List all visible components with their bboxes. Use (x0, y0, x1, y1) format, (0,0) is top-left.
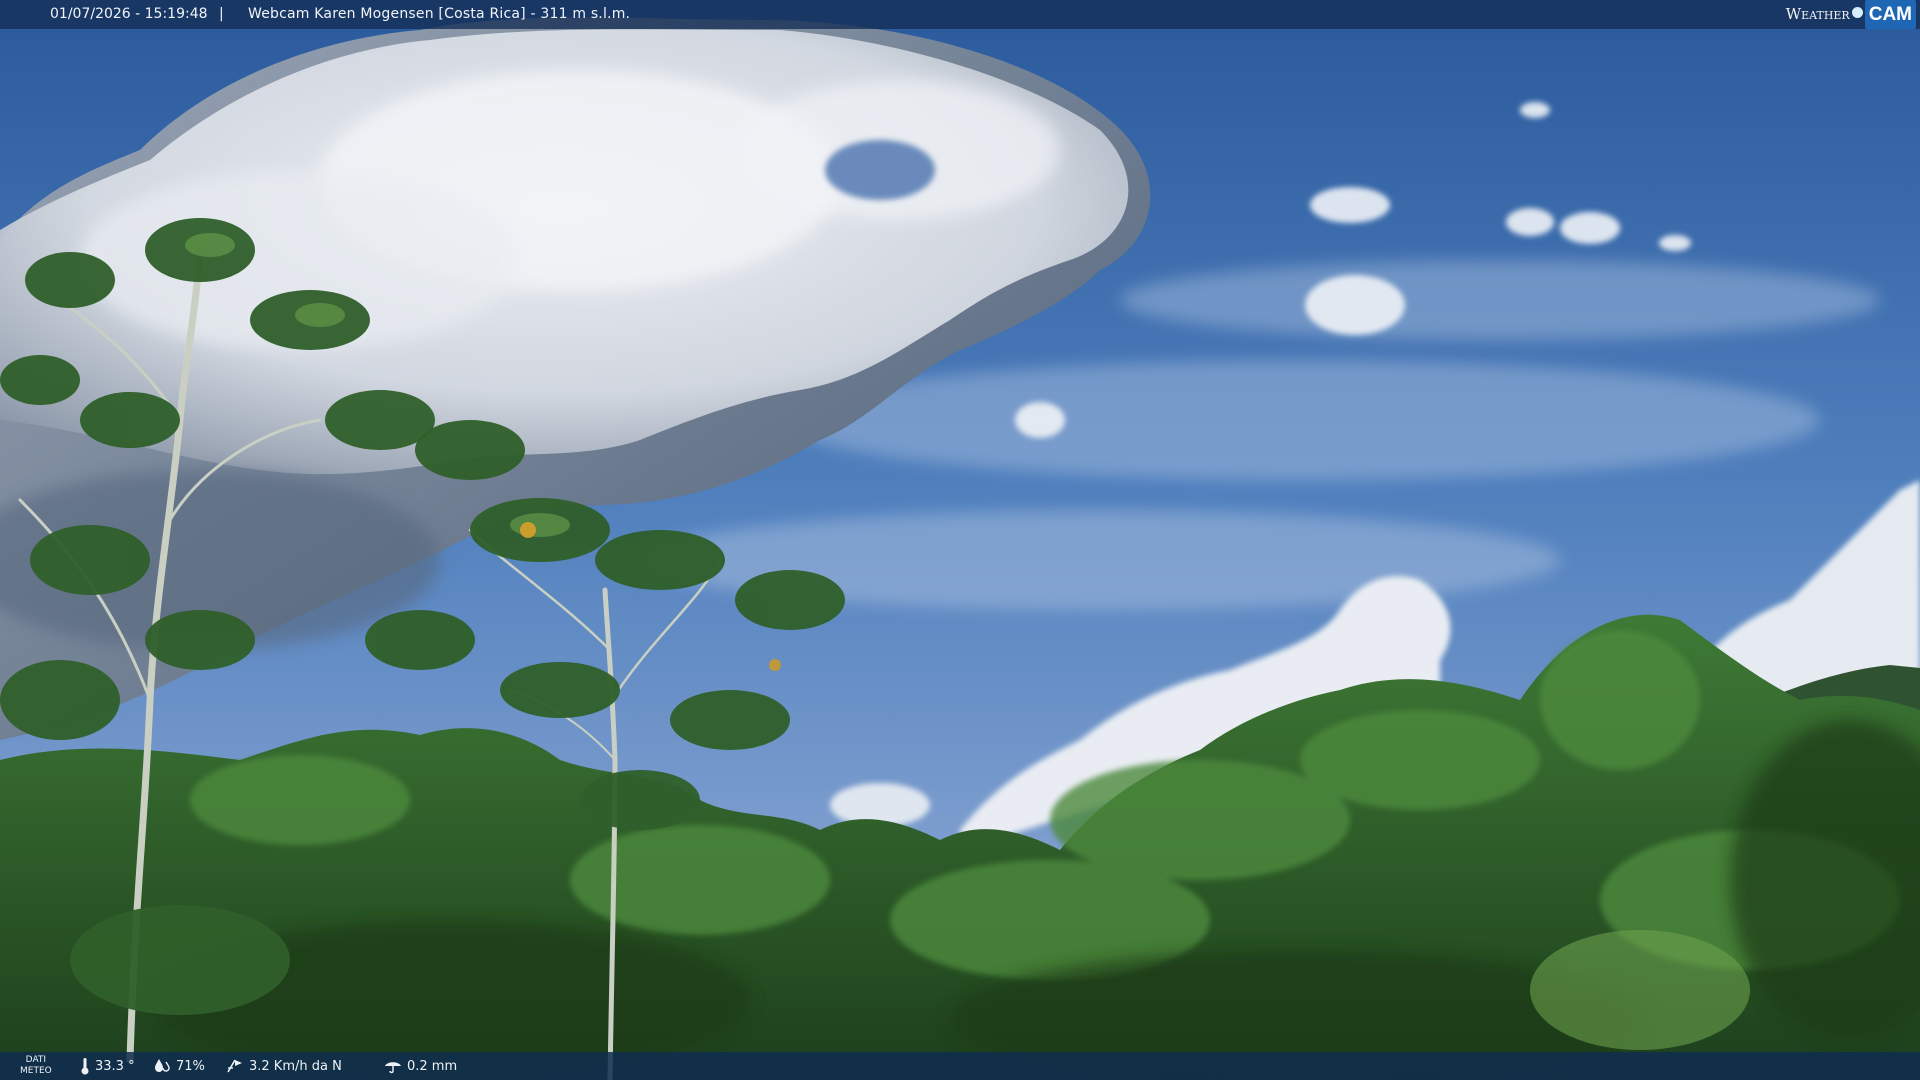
weathercam-logo: Weather CAM (1786, 0, 1920, 29)
logo-weather-text: Weather (1785, 5, 1850, 23)
webcam-header-bar: 01/07/2026 - 15:19:48 | Webcam Karen Mog… (0, 0, 1920, 29)
humidity-metric: 71% (153, 1052, 205, 1080)
wind-value: 3.2 Km/h da N (249, 1058, 342, 1074)
wind-icon (227, 1059, 242, 1073)
thermometer-icon (81, 1058, 89, 1075)
timestamp: 01/07/2026 - 15:19:48 (50, 6, 208, 22)
humidity-icon (155, 1059, 170, 1072)
rain-value: 0.2 mm (407, 1058, 458, 1074)
temperature-value: 33.3 ° (95, 1058, 135, 1074)
temperature-metric: 33.3 ° (80, 1052, 135, 1080)
header-separator: | (219, 6, 224, 22)
dati-meteo-label: DATI METEO (20, 1055, 52, 1077)
meteo-label: METEO (20, 1066, 52, 1076)
rain-metric: 0.2 mm (384, 1052, 457, 1080)
logo-cam-text: CAM (1864, 0, 1916, 29)
webcam-scene (0, 0, 1920, 1080)
humidity-value: 71% (176, 1058, 205, 1074)
weather-data-bar: DATI METEO 33.3 ° 71% 3.2 Km/h da N 0.2 … (0, 1052, 1920, 1080)
wind-metric: 3.2 Km/h da N (226, 1052, 342, 1080)
rain-icon (385, 1062, 401, 1074)
webcam-title: Webcam Karen Mogensen [Costa Rica] - 311… (248, 6, 631, 22)
logo-dot-icon (1851, 7, 1863, 18)
dati-label: DATI (25, 1055, 47, 1065)
